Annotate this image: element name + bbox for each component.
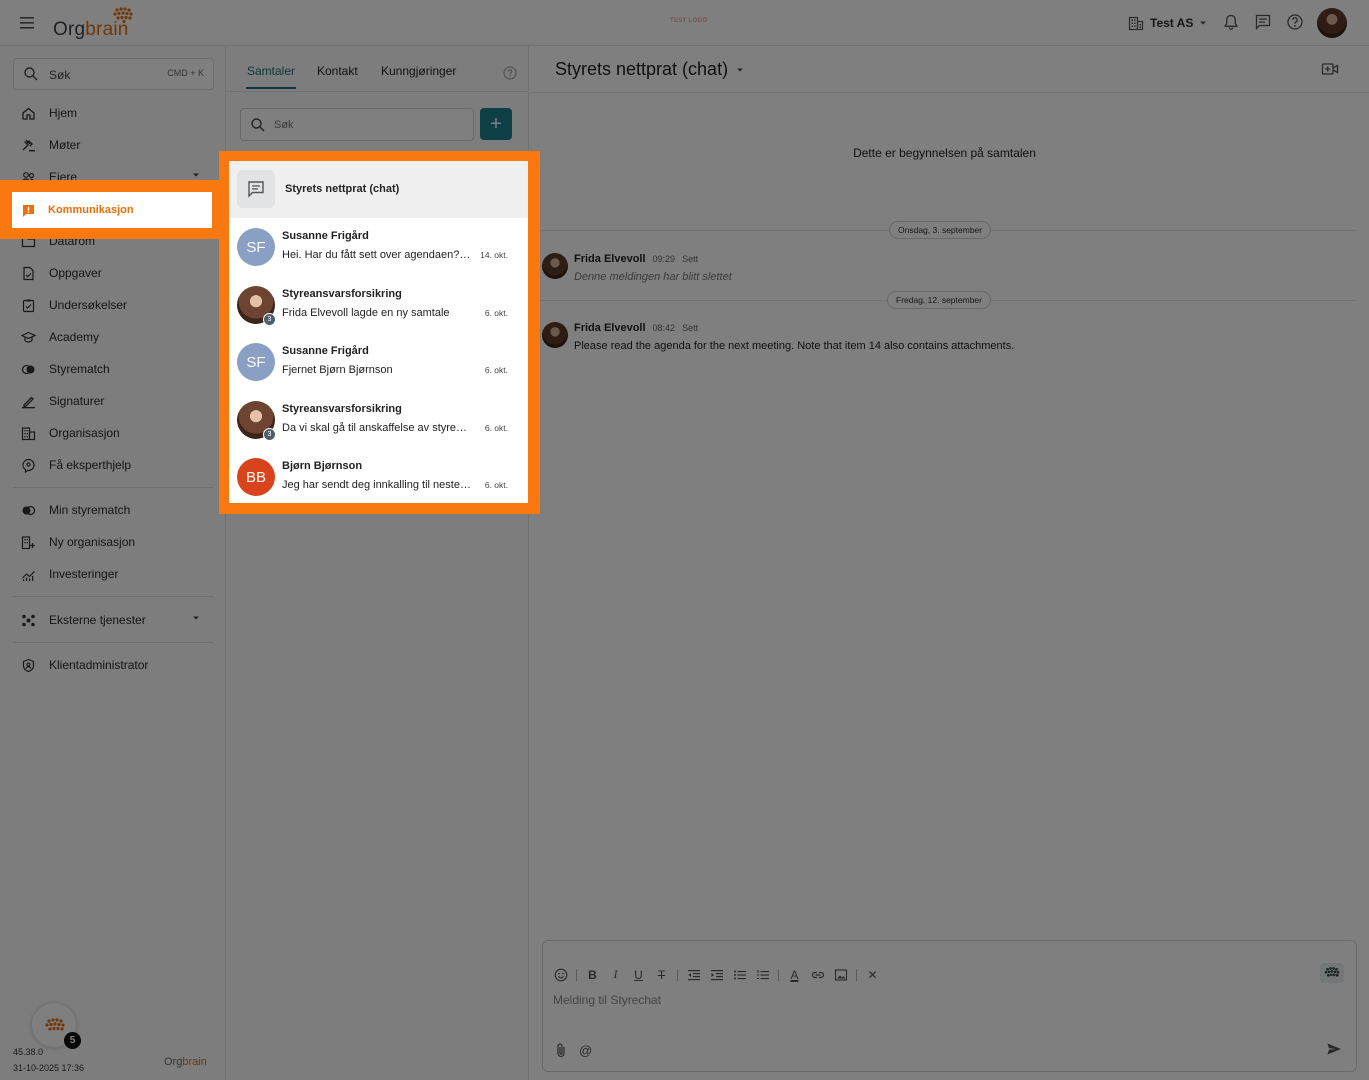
conversation-date: 6. okt. [484, 365, 508, 375]
conversation-name: Bjørn Bjørnson [282, 460, 363, 472]
conversation-date: 6. okt. [484, 480, 508, 490]
conversation-item[interactable]: 3 Styreansvarsforsikring Frida Elvevoll … [229, 276, 528, 333]
conversation-item-group[interactable]: Styrets nettprat (chat) [229, 161, 528, 218]
avatar-initials: SF [237, 228, 275, 266]
conversation-date: 6. okt. [484, 308, 508, 318]
conversation-name: Susanne Frigård [282, 230, 369, 242]
tutorial-overlay [0, 0, 1369, 1080]
conversation-item[interactable]: SF Susanne Frigård Hei. Har du fått sett… [229, 218, 528, 275]
sidebar-item-label: Kommunikasjon [48, 204, 134, 216]
conversation-preview: Jeg har sendt deg innkalling til neste s… [282, 479, 471, 491]
conversation-preview: Da vi skal gå til anskaffelse av styrean… [282, 422, 471, 434]
conversation-preview: Fjernet Bjørn Bjørnson [282, 364, 393, 376]
conversation-item[interactable]: 3 Styreansvarsforsikring Da vi skal gå t… [229, 391, 528, 448]
conversation-name: Styreansvarsforsikring [282, 403, 402, 415]
avatar-initials: SF [237, 343, 275, 381]
conversation-preview: Frida Elvevoll lagde en ny samtale [282, 307, 450, 319]
conversation-date: 6. okt. [484, 423, 508, 433]
announcement-icon [21, 203, 36, 218]
conversation-item[interactable]: SF Susanne Frigård Fjernet Bjørn Bjørnso… [229, 333, 528, 390]
conversation-name: Susanne Frigård [282, 345, 369, 357]
conversation-preview: Hei. Har du fått sett over agendaen? Det… [282, 249, 471, 261]
sidebar-item-kommunikasjon-highlighted[interactable]: Kommunikasjon [12, 192, 212, 228]
member-count-badge: 3 [263, 313, 276, 326]
avatar-initials: BB [237, 458, 275, 496]
conversation-date: 14. okt. [480, 250, 508, 260]
conversation-name: Styreansvarsforsikring [282, 288, 402, 300]
chat-icon [237, 170, 275, 208]
conversation-name: Styrets nettprat (chat) [285, 183, 400, 195]
member-count-badge: 3 [263, 428, 276, 441]
conversation-item[interactable]: BB Bjørn Bjørnson Jeg har sendt deg innk… [229, 448, 528, 505]
conversation-list: Styrets nettprat (chat) SF Susanne Frigå… [229, 161, 528, 503]
